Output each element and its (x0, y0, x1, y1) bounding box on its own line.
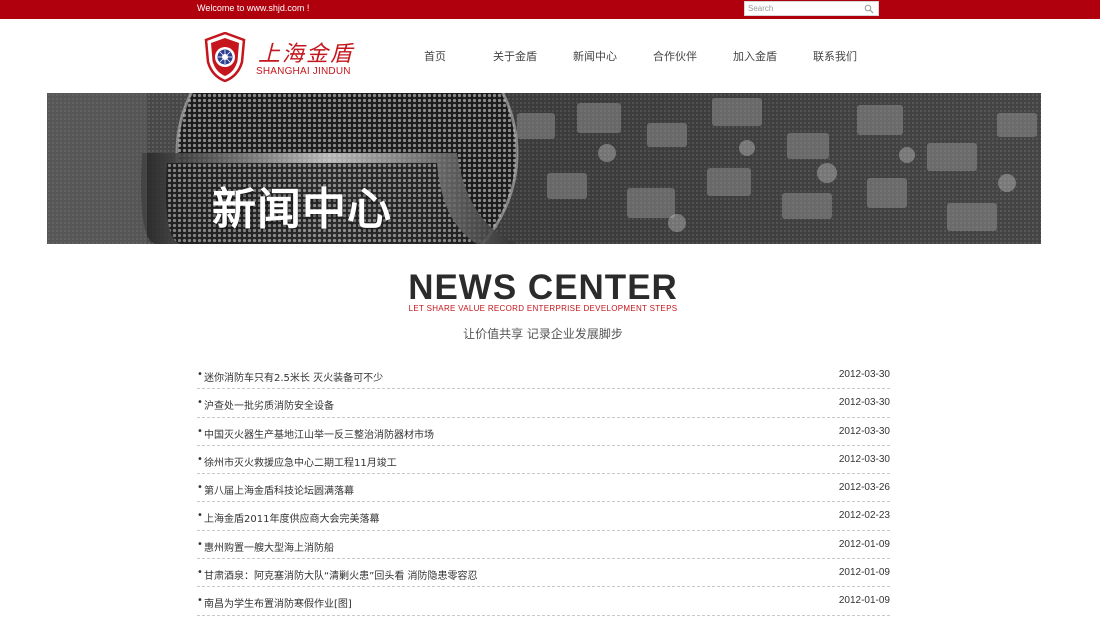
bullet-icon: • (197, 369, 203, 380)
news-item[interactable]: • 沪查处一批劣质消防安全设备 2012-03-30 (197, 389, 890, 418)
site-logo[interactable]: 上海金盾 SHANGHAI JINDUN (204, 32, 354, 82)
nav-item-home[interactable]: 首页 (395, 48, 475, 64)
section-subheading: LET SHARE VALUE RECORD ENTERPRISE DEVELO… (408, 304, 678, 313)
news-item-title[interactable]: 中国灭火器生产基地江山举一反三整治消防器材市场 (204, 426, 434, 441)
news-item[interactable]: • 惠州购置一艘大型海上消防船 2012-01-09 (197, 531, 890, 560)
news-item[interactable]: • 甘肃酒泉：阿克塞消防大队“清剿火患”回头看 消防隐患零容忍 2012-01-09 (197, 559, 890, 588)
main-nav: 首页 关于金盾 新闻中心 合作伙伴 加入金盾 联系我们 (395, 48, 885, 64)
news-item[interactable]: • 徐州市灭火救援应急中心二期工程11月竣工 2012-03-30 (197, 446, 890, 475)
news-item-date: 2012-03-30 (838, 397, 890, 409)
nav-item-contact[interactable]: 联系我们 (795, 48, 875, 64)
news-item-date: 2012-03-30 (838, 369, 890, 380)
logo-name-en: SHANGHAI JINDUN (256, 66, 351, 77)
bullet-icon: • (197, 567, 203, 579)
welcome-text: Welcome to www.shjd.com ! (197, 3, 310, 13)
nav-item-about[interactable]: 关于金盾 (475, 48, 555, 64)
news-item-title[interactable]: 第八届上海金盾科技论坛圆满落幕 (204, 482, 354, 497)
news-item[interactable]: • 第八届上海金盾科技论坛圆满落幕 2012-03-26 (197, 474, 890, 503)
news-item-date: 2012-01-09 (838, 567, 890, 579)
search-box[interactable] (744, 1, 879, 16)
top-bar: Welcome to www.shjd.com ! (0, 0, 1100, 19)
banner-image (47, 93, 1041, 244)
bullet-icon: • (197, 482, 203, 494)
bullet-icon: • (197, 425, 203, 437)
news-item-date: 2012-01-09 (838, 538, 890, 550)
news-item[interactable]: • 迷你消防车只有2.5米长 灭火装备可不少 2012-03-30 (197, 361, 890, 390)
news-item-date: 2012-03-30 (838, 453, 890, 465)
bullet-icon: • (197, 510, 203, 522)
section-heading: NEWS CENTER (408, 268, 678, 307)
search-input[interactable] (748, 3, 860, 14)
bullet-icon: • (197, 538, 203, 550)
news-item-title[interactable]: 上海金盾2011年度供应商大会完美落幕 (204, 510, 379, 525)
news-item-date: 2012-03-30 (838, 425, 890, 437)
news-item[interactable]: • 南昌为学生布置消防寒假作业[图] 2012-01-09 (197, 587, 890, 616)
page-banner: 新闻中心 (47, 93, 1041, 244)
news-item-title[interactable]: 迷你消防车只有2.5米长 灭火装备可不少 (204, 369, 383, 384)
nav-item-join[interactable]: 加入金盾 (715, 48, 795, 64)
news-item-date: 2012-02-23 (838, 510, 890, 522)
news-item-date: 2012-01-09 (838, 595, 890, 607)
banner-title: 新闻中心 (212, 184, 392, 235)
nav-item-news[interactable]: 新闻中心 (555, 48, 635, 64)
section-subtitle-cn: 让价值共享 记录企业发展脚步 (463, 327, 623, 341)
search-icon[interactable] (864, 4, 874, 14)
news-item[interactable]: • 上海金盾2011年度供应商大会完美落幕 2012-02-23 (197, 502, 890, 531)
nav-item-partners[interactable]: 合作伙伴 (635, 48, 715, 64)
news-item-date: 2012-03-26 (838, 482, 890, 494)
news-item-title[interactable]: 惠州购置一艘大型海上消防船 (204, 539, 334, 554)
news-item-title[interactable]: 甘肃酒泉：阿克塞消防大队“清剿火患”回头看 消防隐患零容忍 (204, 567, 478, 582)
bullet-icon: • (197, 595, 203, 607)
news-item[interactable]: • 中国灭火器生产基地江山举一反三整治消防器材市场 2012-03-30 (197, 418, 890, 446)
logo-name-cn: 上海金盾 (258, 42, 355, 67)
news-item-title[interactable]: 南昌为学生布置消防寒假作业[图] (204, 595, 352, 610)
news-list: • 迷你消防车只有2.5米长 灭火装备可不少 2012-03-30 • 沪查处一批劣质… (197, 361, 890, 616)
bullet-icon: • (197, 397, 203, 409)
shield-logo-icon (204, 32, 246, 82)
bullet-icon: • (197, 453, 203, 465)
news-item-title[interactable]: 沪查处一批劣质消防安全设备 (204, 397, 334, 412)
news-item-title[interactable]: 徐州市灭火救援应急中心二期工程11月竣工 (204, 454, 397, 469)
